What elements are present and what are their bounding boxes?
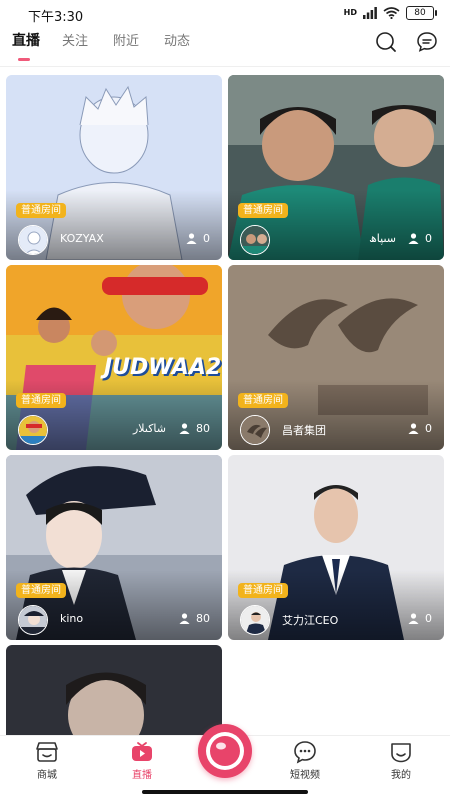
room-type-badge: 普通房间 bbox=[16, 393, 66, 408]
shop-icon bbox=[36, 742, 58, 762]
live-room-card[interactable]: 普通房间 昌者集团 0 bbox=[228, 265, 444, 450]
poster-title: JUDWAA2 bbox=[104, 355, 222, 380]
tab-live[interactable]: 直播 bbox=[12, 30, 40, 50]
room-type-badge: 普通房间 bbox=[238, 583, 288, 598]
avatar bbox=[18, 605, 48, 635]
viewer-count: 80 bbox=[179, 422, 210, 435]
live-room-card[interactable]: 普通房间 سىپاھ 0 bbox=[228, 75, 444, 260]
room-type-badge: 普通房间 bbox=[16, 203, 66, 218]
network-type: HD bbox=[343, 8, 357, 17]
status-bar: 下午3:30 HD 80 bbox=[0, 0, 450, 28]
room-cover bbox=[6, 645, 222, 735]
tab-indicator bbox=[18, 58, 30, 61]
live-room-card[interactable]: JUDWAA2 普通房间 شاكىلار 80 bbox=[6, 265, 222, 450]
person-icon bbox=[179, 423, 190, 434]
nav-short-video-label: 短视频 bbox=[290, 770, 320, 781]
short-video-icon bbox=[294, 741, 316, 764]
host-name: شاكىلار bbox=[133, 422, 166, 435]
live-room-card[interactable]: 普通房间 kino 80 bbox=[6, 455, 222, 640]
nav-shop-label: 商城 bbox=[37, 770, 57, 781]
battery-level: 80 bbox=[414, 8, 426, 18]
live-room-card[interactable]: 普通房间 KOZYAX 0 bbox=[6, 75, 222, 260]
camera-lens-icon bbox=[206, 732, 244, 770]
live-icon bbox=[132, 742, 152, 761]
room-type-badge: 普通房间 bbox=[16, 583, 66, 598]
room-type-badge: 普通房间 bbox=[238, 203, 288, 218]
nav-profile-label: 我的 bbox=[391, 770, 411, 781]
nav-live[interactable]: 直播 bbox=[107, 740, 177, 781]
go-live-button[interactable] bbox=[198, 724, 252, 778]
viewer-number: 0 bbox=[425, 232, 432, 245]
viewer-number: 80 bbox=[196, 422, 210, 435]
nav-short-video[interactable]: 短视频 bbox=[270, 740, 340, 781]
home-indicator bbox=[142, 790, 308, 794]
profile-icon bbox=[391, 743, 411, 763]
viewer-count: 0 bbox=[408, 232, 432, 245]
host-name: 艾力江CEO bbox=[282, 614, 339, 627]
viewer-number: 0 bbox=[425, 422, 432, 435]
top-nav: 直播 关注 附近 动态 bbox=[0, 28, 450, 66]
host-name: 昌者集团 bbox=[282, 424, 326, 437]
header-divider bbox=[0, 66, 450, 67]
status-time: 下午3:30 bbox=[28, 10, 84, 25]
search-icon[interactable] bbox=[374, 30, 398, 54]
avatar bbox=[240, 605, 270, 635]
viewer-number: 0 bbox=[203, 232, 210, 245]
live-room-card[interactable]: 普通房间 艾力江CEO 0 bbox=[228, 455, 444, 640]
nav-shop[interactable]: 商城 bbox=[12, 740, 82, 781]
tab-moments[interactable]: 动态 bbox=[164, 30, 190, 49]
avatar bbox=[240, 225, 270, 255]
avatar bbox=[240, 415, 270, 445]
person-icon bbox=[408, 233, 419, 244]
signal-icon bbox=[363, 7, 377, 19]
battery-indicator: 80 bbox=[406, 6, 437, 20]
host-name: سىپاھ bbox=[369, 232, 396, 245]
tab-follow[interactable]: 关注 bbox=[62, 30, 88, 49]
avatar bbox=[18, 225, 48, 255]
viewer-count: 80 bbox=[179, 612, 210, 625]
tab-nearby[interactable]: 附近 bbox=[113, 30, 139, 49]
room-type-badge: 普通房间 bbox=[238, 393, 288, 408]
person-icon bbox=[186, 233, 197, 244]
avatar bbox=[18, 415, 48, 445]
viewer-count: 0 bbox=[186, 232, 210, 245]
person-icon bbox=[179, 613, 190, 624]
viewer-number: 0 bbox=[425, 612, 432, 625]
viewer-count: 0 bbox=[408, 612, 432, 625]
host-name: KOZYAX bbox=[60, 232, 104, 245]
viewer-count: 0 bbox=[408, 422, 432, 435]
status-icons: HD 80 bbox=[343, 6, 437, 20]
host-name: kino bbox=[60, 612, 84, 625]
wifi-icon bbox=[383, 7, 400, 19]
message-icon[interactable] bbox=[415, 30, 439, 54]
nav-profile[interactable]: 我的 bbox=[366, 740, 436, 781]
person-icon bbox=[408, 423, 419, 434]
viewer-number: 80 bbox=[196, 612, 210, 625]
nav-live-label: 直播 bbox=[132, 770, 152, 781]
live-room-card[interactable] bbox=[6, 645, 222, 735]
person-icon bbox=[408, 613, 419, 624]
